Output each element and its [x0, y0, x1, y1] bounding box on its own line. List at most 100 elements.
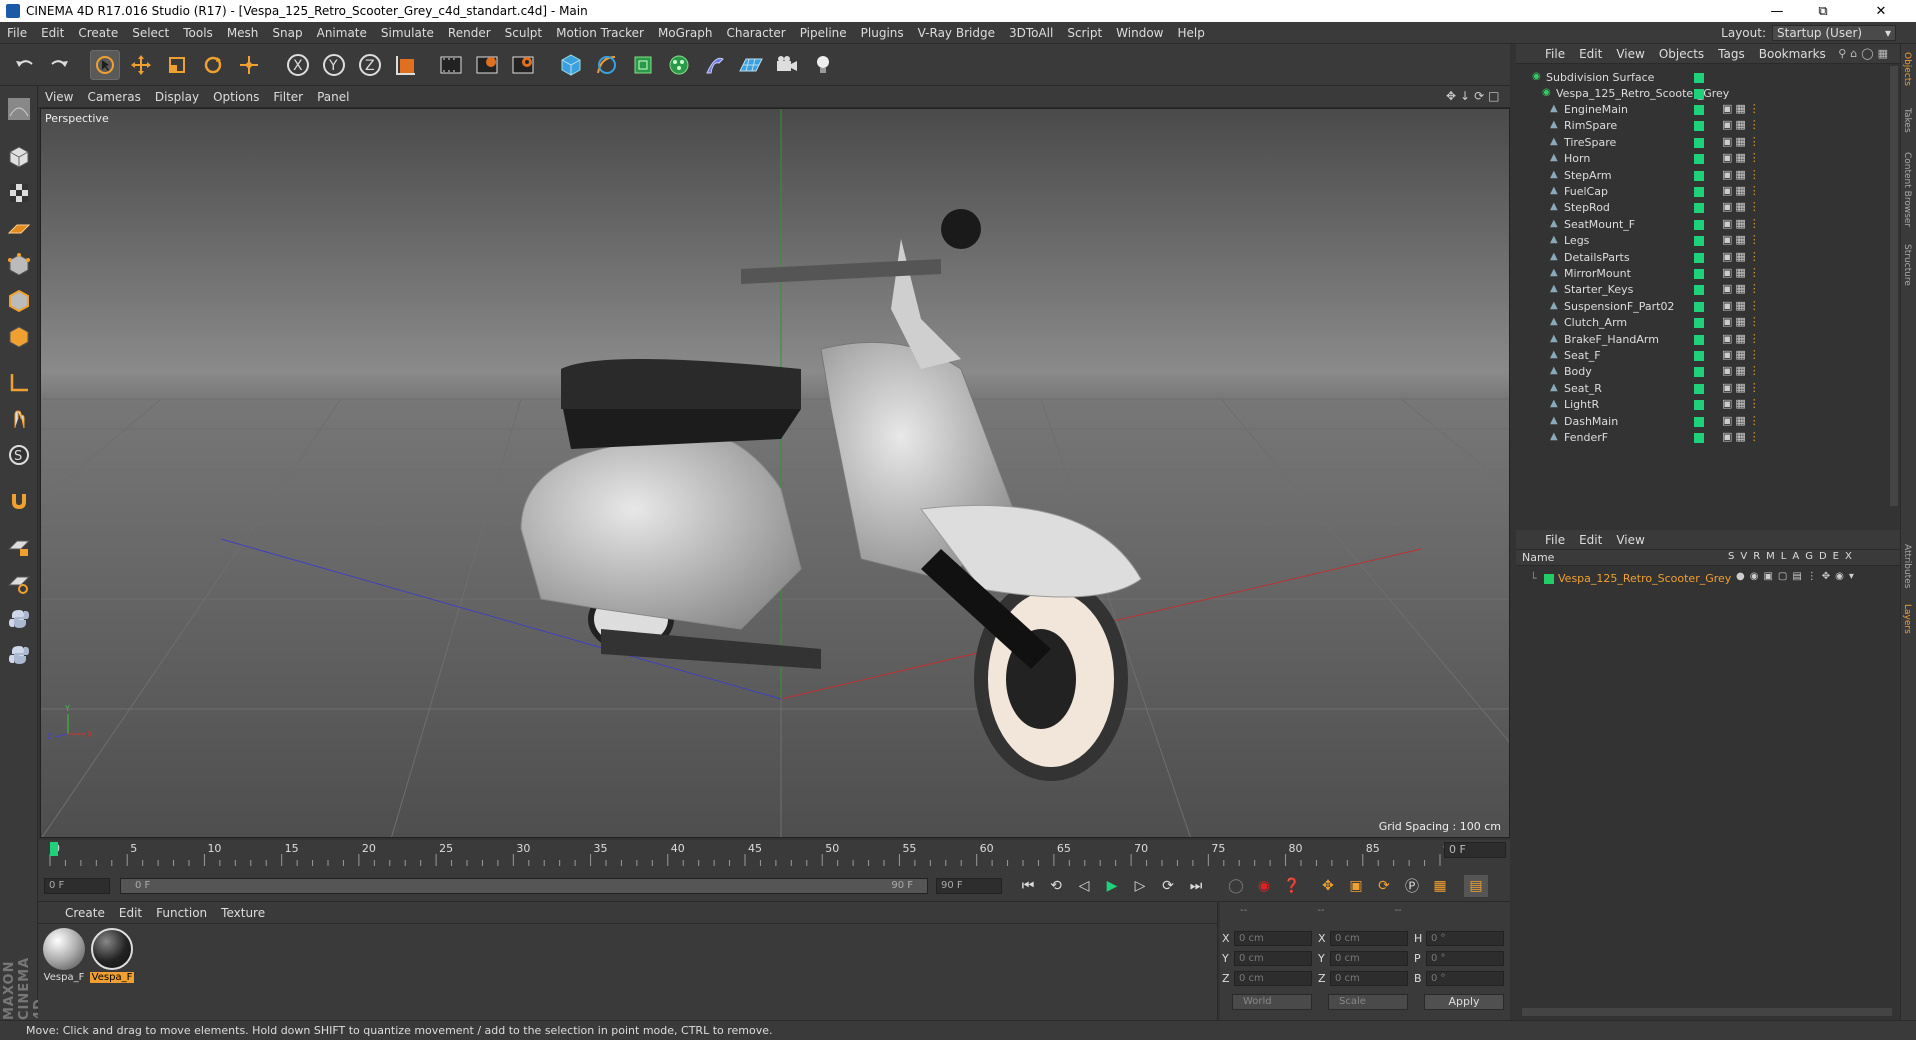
camera-icon[interactable] — [772, 50, 802, 80]
layer-column-s[interactable]: S — [1728, 551, 1734, 562]
menu-select[interactable]: Select — [125, 26, 176, 40]
key-parameter-icon[interactable]: Ⓟ — [1400, 875, 1424, 897]
obj-view[interactable]: View — [1609, 47, 1651, 61]
tag-icons[interactable]: ▣▦⋮ — [1722, 250, 1763, 263]
visibility-dot-icon[interactable] — [1694, 73, 1704, 83]
tag-icons[interactable]: ▣▦⋮ — [1722, 151, 1763, 164]
keyframe-selection-icon[interactable]: ◯ — [1224, 875, 1248, 897]
size-mode-dropdown[interactable]: Scale — [1328, 994, 1408, 1010]
render-settings-icon[interactable] — [508, 50, 538, 80]
select-tool-icon[interactable] — [90, 50, 120, 80]
pos-x-field[interactable]: 0 cm — [1234, 931, 1312, 946]
y-axis-lock-icon[interactable]: Y — [319, 50, 349, 80]
vp-display[interactable]: Display — [148, 90, 206, 104]
tag-icons[interactable]: ▣▦⋮ — [1722, 430, 1763, 443]
floor-icon[interactable] — [736, 50, 766, 80]
menu-file[interactable]: File — [0, 26, 34, 40]
menu-character[interactable]: Character — [719, 26, 792, 40]
object-search-icons[interactable]: ⚲⌂◯▦ — [1838, 47, 1892, 60]
layer-view[interactable]: View — [1609, 533, 1651, 547]
obj-tags[interactable]: Tags — [1711, 47, 1752, 61]
key-scale-icon[interactable]: ▣ — [1344, 875, 1368, 897]
tab-takes[interactable]: Takes — [1902, 108, 1912, 133]
deformer-icon[interactable] — [700, 50, 730, 80]
redo-button[interactable] — [44, 50, 74, 80]
go-to-start-icon[interactable]: ⏮ — [1016, 875, 1040, 897]
snapping-icon[interactable]: S — [4, 440, 34, 470]
x-axis-lock-icon[interactable]: X — [283, 50, 313, 80]
layer-file[interactable]: File — [1538, 533, 1572, 547]
tab-content-browser[interactable]: Content Browser — [1902, 152, 1912, 227]
mat-edit[interactable]: Edit — [112, 906, 149, 920]
menu-edit[interactable]: Edit — [34, 26, 71, 40]
menu-plugins[interactable]: Plugins — [854, 26, 911, 40]
timeline-window-icon[interactable]: ▤ — [1464, 875, 1488, 897]
workplane-mode-icon[interactable] — [4, 214, 34, 244]
move-tool-icon[interactable] — [126, 50, 156, 80]
layer-column-x[interactable]: X — [1845, 551, 1852, 562]
record-active-objects-icon[interactable]: ◉ — [1252, 875, 1276, 897]
vp-cameras[interactable]: Cameras — [80, 90, 147, 104]
visibility-dot-icon[interactable] — [1694, 121, 1704, 132]
previous-frame-icon[interactable]: ◁ — [1072, 875, 1096, 897]
workplane-lock-icon[interactable] — [4, 532, 34, 562]
layer-column-d[interactable]: D — [1819, 551, 1827, 562]
render-to-picture-viewer-icon[interactable] — [472, 50, 502, 80]
cloner-icon[interactable] — [664, 50, 694, 80]
visibility-dot-icon[interactable] — [1694, 416, 1704, 427]
previous-key-icon[interactable]: ⟲ — [1044, 875, 1068, 897]
vp-panel[interactable]: Panel — [310, 90, 356, 104]
tag-icons[interactable]: ▣▦⋮ — [1722, 266, 1763, 279]
mat-create[interactable]: Create — [58, 906, 112, 920]
tag-icons[interactable]: ▣▦⋮ — [1722, 233, 1763, 246]
tag-icons[interactable]: ▣▦⋮ — [1722, 348, 1763, 361]
tag-icons[interactable]: ▣▦⋮ — [1722, 200, 1763, 213]
axis-mode-icon[interactable] — [4, 368, 34, 398]
render-view-icon[interactable] — [436, 50, 466, 80]
pen-spline-icon[interactable] — [592, 50, 622, 80]
rot-p-field[interactable]: 0 ° — [1426, 951, 1504, 966]
vp-filter[interactable]: Filter — [266, 90, 310, 104]
menu-v-ray-bridge[interactable]: V-Ray Bridge — [911, 26, 1002, 40]
vp-view[interactable]: View — [38, 90, 80, 104]
live-selection-icon[interactable] — [234, 50, 264, 80]
obj-objects[interactable]: Objects — [1652, 47, 1711, 61]
3d-viewport[interactable]: Y X Z Perspective Grid Spacing : 100 cm — [40, 108, 1510, 838]
rot-b-field[interactable]: 0 ° — [1426, 971, 1504, 986]
object-scrollbar[interactable] — [1890, 66, 1898, 506]
layer-column-e[interactable]: E — [1833, 551, 1839, 562]
polygons-mode-icon[interactable] — [4, 322, 34, 352]
subdivision-surface-icon[interactable] — [628, 50, 658, 80]
tab-structure[interactable]: Structure — [1902, 244, 1912, 286]
size-y-field[interactable]: 0 cm — [1330, 951, 1408, 966]
coordinate-mode-dropdown[interactable]: World — [1232, 994, 1312, 1010]
visibility-dot-icon[interactable] — [1694, 154, 1704, 165]
tag-icons[interactable]: ▣▦⋮ — [1722, 332, 1763, 345]
z-axis-lock-icon[interactable]: Z — [355, 50, 385, 80]
menu-simulate[interactable]: Simulate — [374, 26, 441, 40]
menu-tools[interactable]: Tools — [176, 26, 220, 40]
range-slider[interactable]: 0 F 90 F — [120, 878, 928, 894]
visibility-dot-icon[interactable] — [1694, 252, 1704, 263]
obj-bookmarks[interactable]: Bookmarks — [1752, 47, 1833, 61]
minimize-button[interactable]: — — [1754, 0, 1800, 22]
pos-z-field[interactable]: 0 cm — [1234, 971, 1312, 986]
visibility-dot-icon[interactable] — [1694, 285, 1704, 296]
scale-tool-icon[interactable] — [162, 50, 192, 80]
python-script-icon[interactable] — [4, 604, 34, 634]
layer-column-a[interactable]: A — [1792, 551, 1799, 562]
magnet-icon[interactable] — [4, 486, 34, 516]
tab-objects[interactable]: Objects — [1902, 52, 1912, 86]
obj-edit[interactable]: Edit — [1572, 47, 1609, 61]
visibility-dot-icon[interactable] — [1694, 137, 1704, 148]
size-z-field[interactable]: 0 cm — [1330, 971, 1408, 986]
visibility-dot-icon[interactable] — [1694, 318, 1704, 329]
menu-sculpt[interactable]: Sculpt — [498, 26, 549, 40]
tag-icons[interactable]: ▣▦⋮ — [1722, 381, 1763, 394]
tag-icons[interactable]: ▣▦⋮ — [1722, 315, 1763, 328]
menu-mograph[interactable]: MoGraph — [651, 26, 720, 40]
viewport-nav-icons[interactable]: ✥↓⟳□ — [1446, 89, 1504, 103]
tag-icons[interactable]: ▣▦⋮ — [1722, 282, 1763, 295]
make-editable-icon[interactable] — [4, 94, 34, 124]
light-icon[interactable] — [808, 50, 838, 80]
